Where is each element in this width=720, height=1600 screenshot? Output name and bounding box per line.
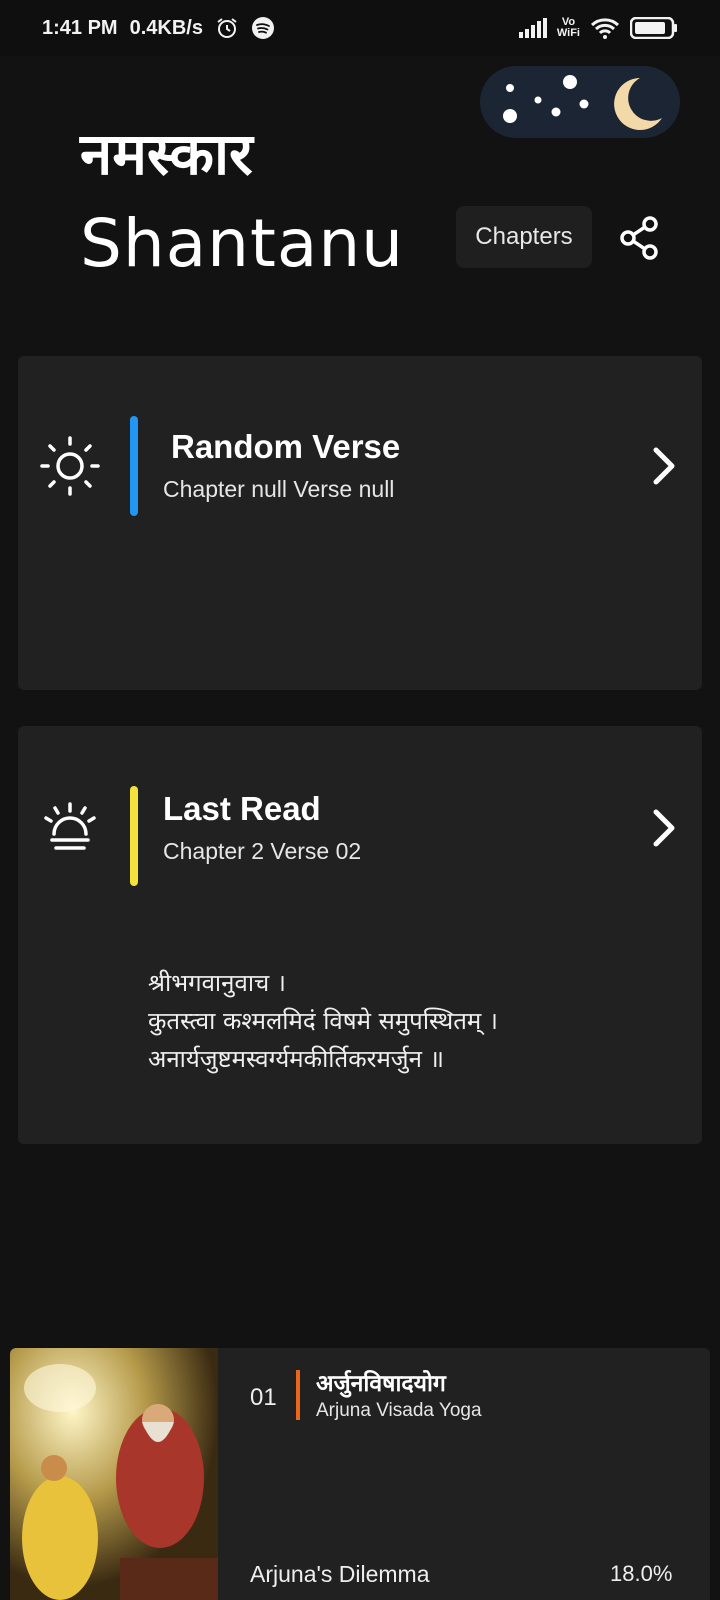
alarm-icon [215,16,239,40]
chapter-accent-bar [296,1370,300,1420]
stars-moon-icon [503,75,662,130]
username-text: Shantanu [80,205,404,282]
greeting-text: नमस्कार [80,120,253,188]
last-read-subtitle: Chapter 2 Verse 02 [163,838,362,864]
random-verse-card[interactable]: Random Verse Chapter null Verse null [18,356,702,690]
chapter-meaning: Arjuna's Dilemma [250,1561,430,1587]
last-read-accent-bar [130,786,138,886]
share-icon[interactable] [620,216,660,260]
signal-icon [518,18,547,38]
sun-icon [38,434,102,498]
night-mode-toggle[interactable] [480,66,680,138]
spotify-icon [251,16,275,40]
chevron-right-icon[interactable] [646,444,682,488]
chapter-number: 01 [250,1384,277,1411]
vowifi-bottom: WiFi [556,27,580,39]
wifi-icon [590,17,620,39]
chapter-thumbnail-image [10,1348,218,1600]
home-screen: 1:41 PM 0.4KB/s Vo WiFi नमस्कार Shantanu… [0,0,720,1600]
status-bar: 1:41 PM 0.4KB/s Vo WiFi [0,0,720,56]
random-verse-subtitle: Chapter null Verse null [163,476,395,502]
random-verse-title: Random Verse [171,428,401,465]
chapters-button[interactable]: Chapters [456,206,592,268]
sunrise-icon [38,800,102,864]
chapter-name: अर्जुनविषादयोग [316,1371,446,1397]
battery-icon [630,17,678,39]
last-read-title: Last Read [163,790,321,827]
chapter-progress: 18.0% [610,1561,673,1586]
chapter-card[interactable]: 01 अर्जुनविषादयोग Arjuna Visada Yoga Arj… [10,1348,710,1600]
last-read-card[interactable]: Last Read Chapter 2 Verse 02 श्रीभगवानुव… [18,726,702,1144]
chevron-right-icon[interactable] [646,806,682,850]
chapter-transliteration: Arjuna Visada Yoga [316,1400,482,1421]
random-verse-accent-bar [130,416,138,516]
network-speed: 0.4KB/s [129,16,203,39]
last-read-verse-text: श्रीभगवानुवाच । कुतस्त्वा कश्मलमिदं विषम… [148,969,498,1073]
vowifi-icon: Vo WiFi [557,17,580,39]
status-time: 1:41 PM [42,16,118,39]
